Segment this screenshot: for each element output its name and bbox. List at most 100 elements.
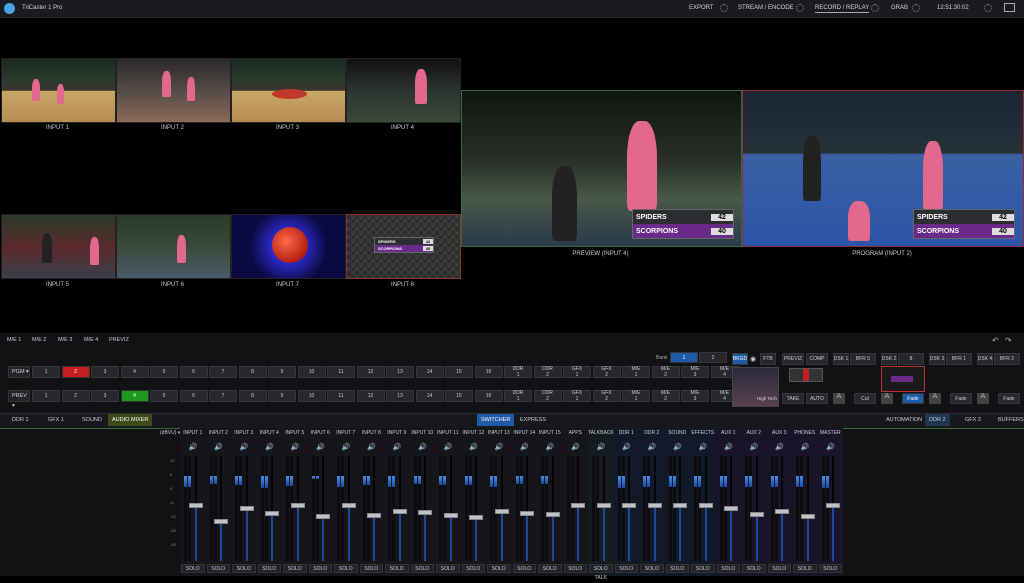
pgm-source-2-button[interactable]: DDR 2: [533, 366, 562, 378]
tab-gfx1[interactable]: GFX 1: [44, 414, 68, 426]
volume-fader[interactable]: [571, 503, 586, 509]
volume-fader[interactable]: [367, 512, 382, 518]
prev-input-10-button[interactable]: 10: [297, 390, 326, 402]
eye-icon[interactable]: ◉: [750, 355, 756, 363]
pgm-input-5-button[interactable]: 5: [150, 366, 178, 378]
speaker-icon[interactable]: 🔊: [775, 443, 784, 451]
volume-fader[interactable]: [545, 511, 560, 517]
grab-gear-icon[interactable]: [912, 4, 920, 12]
volume-fader[interactable]: [418, 509, 433, 515]
pgm-input-9-button[interactable]: 9: [268, 366, 296, 378]
dsk4-button[interactable]: DSK 4: [977, 353, 993, 365]
take-button[interactable]: TAKE: [782, 393, 804, 404]
volume-fader[interactable]: [341, 503, 356, 509]
volume-fader[interactable]: [724, 506, 739, 512]
solo-button[interactable]: SOLO: [436, 564, 460, 573]
volume-fader[interactable]: [749, 511, 764, 517]
volume-fader[interactable]: [826, 503, 841, 509]
pgm-input-15-button[interactable]: 15: [445, 366, 473, 378]
tbar-indicator[interactable]: [789, 368, 823, 382]
pgm-source-4-button[interactable]: GFX 2: [592, 366, 621, 378]
prev-source-6-button[interactable]: M/E 2: [651, 390, 680, 402]
solo-button[interactable]: SOLO: [257, 564, 281, 573]
prev-input-11-button[interactable]: 11: [327, 390, 355, 402]
input-8-monitor[interactable]: SPIDERS 42 SCORPIONS 40: [346, 214, 461, 279]
dsk1-thumbnail[interactable]: A: [833, 393, 845, 404]
speaker-icon[interactable]: 🔊: [724, 443, 733, 451]
volume-fader[interactable]: [494, 508, 509, 514]
solo-button[interactable]: SOLO: [767, 564, 791, 573]
solo-button[interactable]: SOLO: [665, 564, 689, 573]
volume-fader[interactable]: [239, 506, 254, 512]
solo-button[interactable]: SOLO: [563, 564, 587, 573]
solo-button[interactable]: SOLO: [308, 564, 332, 573]
speaker-icon[interactable]: 🔊: [546, 443, 555, 451]
pgm-input-3-button[interactable]: 3: [91, 366, 119, 378]
export-gear-icon[interactable]: [720, 4, 728, 12]
speaker-icon[interactable]: 🔊: [826, 443, 835, 451]
volume-fader[interactable]: [673, 503, 688, 509]
dsk3-source-select[interactable]: BFR 1: [946, 353, 972, 365]
tab-sound[interactable]: SOUND: [78, 414, 106, 426]
pgm-source-1-button[interactable]: DDR 1: [504, 366, 532, 378]
tab-gfx2[interactable]: GFX 2: [961, 414, 985, 426]
prev-input-5-button[interactable]: 5: [150, 390, 178, 402]
speaker-icon[interactable]: 🔊: [214, 443, 223, 451]
record-replay-menu[interactable]: RECORD / REPLAY: [815, 5, 870, 13]
solo-button[interactable]: SOLO: [283, 564, 307, 573]
solo-button[interactable]: SOLO: [716, 564, 740, 573]
pgm-source-3-button[interactable]: GFX 1: [563, 366, 591, 378]
ftb-button[interactable]: FTB: [760, 353, 776, 365]
dsk4-source-select[interactable]: BFR 2: [994, 353, 1020, 365]
input-2-monitor[interactable]: [116, 58, 231, 123]
prev-input-14-button[interactable]: 14: [415, 390, 444, 402]
tab-automation[interactable]: AUTOMATION: [882, 414, 926, 426]
dsk4-fade-button[interactable]: Fade: [998, 393, 1020, 404]
pgm-source-6-button[interactable]: M/E 2: [651, 366, 680, 378]
input-7-monitor[interactable]: [231, 214, 346, 279]
notification-icon[interactable]: [1004, 3, 1015, 12]
preview-monitor[interactable]: SPIDERS 42 SCORPIONS 40: [461, 90, 742, 247]
pgm-input-7-button[interactable]: 7: [209, 366, 237, 378]
solo-button[interactable]: SOLO: [410, 564, 434, 573]
pgm-input-2-button[interactable]: 2: [61, 366, 90, 378]
bank-1-button[interactable]: 1: [670, 352, 698, 363]
tab-me2[interactable]: M/E 2: [32, 337, 46, 343]
prev-source-5-button[interactable]: M/E 1: [622, 390, 650, 402]
solo-button[interactable]: SOLO: [232, 564, 256, 573]
volume-fader[interactable]: [800, 513, 815, 519]
input-4-monitor[interactable]: [346, 58, 461, 123]
tab-express[interactable]: EXPRESS: [516, 414, 550, 426]
speaker-icon[interactable]: 🔊: [189, 443, 198, 451]
tab-ddr2[interactable]: DDR 2: [925, 414, 950, 426]
pgm-input-11-button[interactable]: 11: [327, 366, 355, 378]
speaker-icon[interactable]: 🔊: [750, 443, 759, 451]
tab-me4[interactable]: M/E 4: [84, 337, 98, 343]
speaker-icon[interactable]: 🔊: [622, 443, 631, 451]
volume-fader[interactable]: [443, 512, 458, 518]
speaker-icon[interactable]: 🔊: [342, 443, 351, 451]
volume-fader[interactable]: [596, 503, 611, 509]
dsk2-source-select[interactable]: 8: [898, 353, 924, 365]
prev-row-label[interactable]: PREV ▾: [8, 390, 30, 409]
grab-menu[interactable]: GRAB: [891, 5, 908, 11]
solo-button[interactable]: SOLO: [742, 564, 766, 573]
volume-fader[interactable]: [316, 513, 331, 519]
tab-ddr1[interactable]: DDR 1: [8, 414, 33, 426]
record-gear-icon[interactable]: [871, 4, 879, 12]
stream-gear-icon[interactable]: [796, 4, 804, 12]
speaker-icon[interactable]: 🔊: [673, 443, 682, 451]
speaker-icon[interactable]: 🔊: [367, 443, 376, 451]
pgm-input-13-button[interactable]: 13: [386, 366, 414, 378]
prev-input-1-button[interactable]: 1: [32, 390, 60, 402]
solo-button[interactable]: SOLO: [691, 564, 715, 573]
dsk3-a-icon[interactable]: A: [929, 393, 941, 404]
stream-encode-menu[interactable]: STREAM / ENCODE: [738, 5, 794, 11]
input-1-monitor[interactable]: [1, 58, 116, 123]
volume-fader[interactable]: [698, 503, 713, 509]
prev-input-15-button[interactable]: 15: [445, 390, 473, 402]
pgm-input-8-button[interactable]: 8: [238, 366, 267, 378]
prev-source-4-button[interactable]: GFX 2: [592, 390, 621, 402]
dsk2-fade-button[interactable]: Fade: [902, 393, 924, 404]
volume-fader[interactable]: [469, 514, 484, 520]
